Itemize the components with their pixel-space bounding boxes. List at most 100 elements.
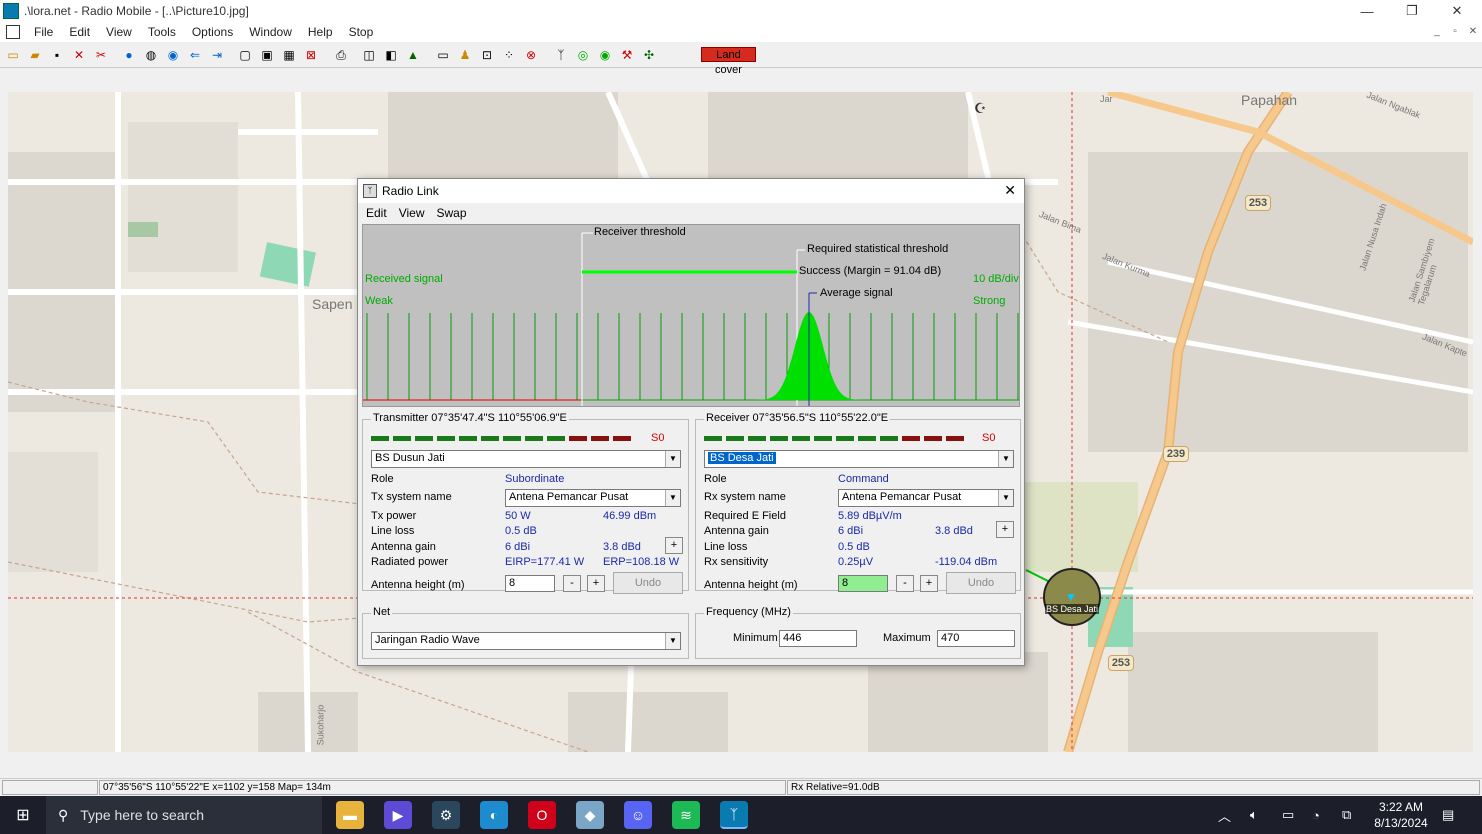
open-icon[interactable]: ▰: [26, 46, 44, 64]
opera-icon[interactable]: O: [528, 801, 556, 829]
transmitter-unit-select[interactable]: BS Dusun Jati ▼: [371, 450, 681, 468]
tx-gain-plus-button[interactable]: +: [665, 537, 683, 554]
rx-gain-plus-button[interactable]: +: [996, 521, 1014, 538]
rx-role-label: Role: [704, 473, 727, 485]
expand-icon[interactable]: ⁘: [500, 46, 518, 64]
dialog-menu-edit[interactable]: Edit: [360, 206, 393, 220]
frequency-max-input[interactable]: 470: [937, 630, 1015, 647]
media-player-icon[interactable]: ▶: [384, 801, 412, 829]
mdi-close-button[interactable]: ✕: [1466, 25, 1480, 39]
screen-icon[interactable]: ▭: [434, 46, 452, 64]
cancel-icon[interactable]: ⊗: [522, 46, 540, 64]
network-icon[interactable]: ✕: [70, 46, 88, 64]
tools-icon[interactable]: ✂: [92, 46, 110, 64]
new-icon[interactable]: ▭: [4, 46, 22, 64]
discord-icon[interactable]: ☺: [624, 801, 652, 829]
close-button[interactable]: ✕: [1434, 0, 1480, 22]
rx-system-select[interactable]: Antena Pemancar Pusat ▼: [838, 489, 1014, 507]
rx-height-minus-button[interactable]: -: [896, 575, 914, 592]
menu-view[interactable]: View: [98, 25, 140, 39]
menu-options[interactable]: Options: [184, 25, 241, 39]
print-icon[interactable]: ⎙: [332, 46, 350, 64]
receiver-unit-select[interactable]: BS Desa Jati ▼: [704, 450, 1014, 468]
restore-button[interactable]: ❐: [1389, 0, 1435, 22]
display-icon[interactable]: ⧉: [1342, 796, 1351, 834]
menu-tools[interactable]: Tools: [140, 25, 184, 39]
spotify-icon[interactable]: ≋: [672, 801, 700, 829]
rx-undo-button[interactable]: Undo: [946, 572, 1016, 594]
radio-link-icon[interactable]: ᛉ: [552, 46, 570, 64]
tx-system-select[interactable]: Antena Pemancar Pusat ▼: [505, 489, 681, 507]
globe-icon[interactable]: ●: [120, 46, 138, 64]
menu-window[interactable]: Window: [241, 25, 300, 39]
rx-role-value: Command: [838, 473, 889, 485]
scale-label: 10 dB/div: [973, 273, 1019, 285]
dialog-menu-view[interactable]: View: [393, 206, 431, 220]
chevron-down-icon: ▼: [665, 633, 680, 649]
rx-height-plus-button[interactable]: +: [920, 575, 938, 592]
clock-date: 8/13/2024: [1374, 816, 1428, 830]
pictures-icon[interactable]: ◫: [360, 46, 378, 64]
app-icon-generic[interactable]: ◆: [576, 801, 604, 829]
radio-mobile-icon[interactable]: ᛉ: [720, 801, 748, 829]
terrain-icon[interactable]: ▲: [404, 46, 422, 64]
delete-icon[interactable]: ⊠: [302, 46, 320, 64]
frequency-min-label: Minimum: [733, 632, 778, 644]
tray-chevron-icon[interactable]: ︿: [1218, 796, 1231, 834]
menu-stop[interactable]: Stop: [341, 25, 382, 39]
rx-height-input[interactable]: 8: [838, 575, 888, 592]
save-icon[interactable]: ▪: [48, 46, 66, 64]
signal-graph: Receiver threshold Required statistical …: [362, 224, 1020, 407]
menu-file[interactable]: File: [26, 25, 61, 39]
tx-height-plus-button[interactable]: +: [587, 575, 605, 592]
mdi-minimize-button[interactable]: _: [1430, 25, 1444, 39]
frequency-min-input[interactable]: 446: [779, 630, 857, 647]
mdi-restore-button[interactable]: ▫: [1448, 25, 1462, 39]
arrow-left-icon[interactable]: ⇐: [186, 46, 204, 64]
wifi-icon[interactable]: ◔: [1312, 796, 1320, 834]
tx-height-input[interactable]: 8: [505, 575, 555, 592]
net-select[interactable]: Jaringan Radio Wave ▼: [371, 632, 681, 650]
dialog-menu-swap[interactable]: Swap: [430, 206, 472, 220]
menu-help[interactable]: Help: [300, 25, 341, 39]
notification-icon[interactable]: ▤: [1442, 796, 1454, 834]
person-icon[interactable]: ♟: [456, 46, 474, 64]
windows-start-button[interactable]: ⊞: [0, 796, 46, 834]
minimize-button[interactable]: —: [1344, 0, 1390, 22]
taskbar-search[interactable]: ⚲ Type here to search: [46, 796, 322, 834]
world-icon[interactable]: ◉: [164, 46, 182, 64]
status-rx-relative: Rx Relative=91.0dB: [787, 780, 1480, 795]
save-map-icon[interactable]: ▦: [280, 46, 298, 64]
tx-height-label: Antenna height (m): [371, 579, 465, 591]
dialog-close-button[interactable]: ✕: [1004, 182, 1016, 199]
copy-icon[interactable]: ▢: [236, 46, 254, 64]
label-sapen: Sapen: [312, 296, 353, 312]
polar-icon[interactable]: ◎: [574, 46, 592, 64]
received-signal-label: Received signal: [365, 273, 443, 285]
tx-height-minus-button[interactable]: -: [563, 575, 581, 592]
road-shield-239: 239: [1163, 446, 1189, 462]
merge-icon[interactable]: ◧: [382, 46, 400, 64]
volume-icon[interactable]: 🔈︎: [1250, 796, 1258, 834]
paste-icon[interactable]: ▣: [258, 46, 276, 64]
route-icon[interactable]: ✣: [640, 46, 658, 64]
file-explorer-icon[interactable]: ▬: [336, 801, 364, 829]
taskbar-clock[interactable]: 3:22 AM 8/13/2024: [1370, 799, 1432, 831]
fit-icon[interactable]: ⊡: [478, 46, 496, 64]
tower-icon[interactable]: ⚒: [618, 46, 636, 64]
weak-label: Weak: [365, 295, 393, 307]
land-cover-button[interactable]: Land cover: [701, 47, 756, 76]
dialog-menu: Edit View Swap: [358, 203, 1024, 223]
tx-power-dbm: 46.99 dBm: [603, 510, 657, 522]
coverage-icon[interactable]: ◉: [596, 46, 614, 64]
properties-icon[interactable]: ◍: [142, 46, 160, 64]
arrow-right-icon[interactable]: ⇥: [208, 46, 226, 64]
steam-icon[interactable]: ⚙: [432, 801, 460, 829]
document-icon[interactable]: [6, 25, 20, 39]
menu-edit[interactable]: Edit: [61, 25, 98, 39]
battery-icon[interactable]: ▭: [1282, 796, 1294, 834]
search-icon: ⚲: [58, 806, 69, 823]
tx-undo-button[interactable]: Undo: [613, 572, 683, 594]
edge-icon[interactable]: ◐: [480, 801, 508, 829]
rx-sensitivity-label: Rx sensitivity: [704, 556, 769, 568]
